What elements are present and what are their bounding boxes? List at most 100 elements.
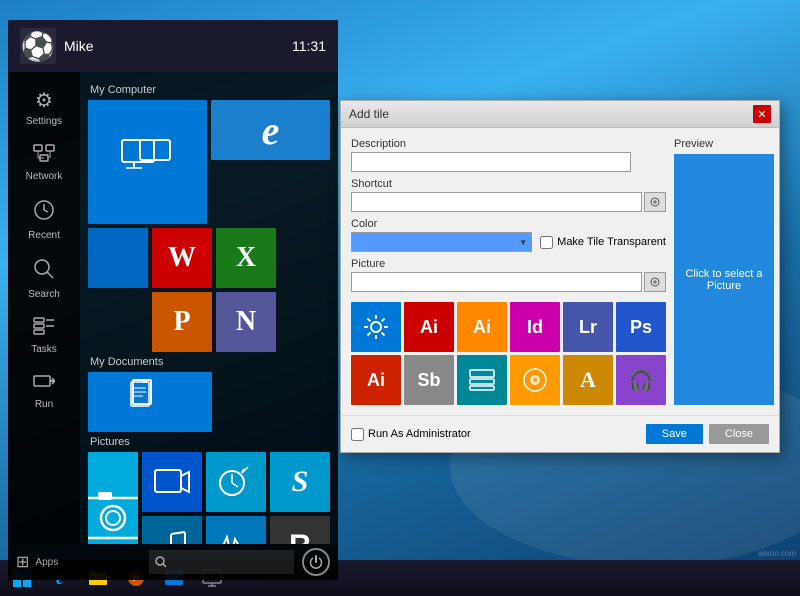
preview-box[interactable]: Click to select a Picture: [674, 154, 774, 405]
avatar[interactable]: ⚽: [20, 28, 56, 64]
avatar-icon: ⚽: [21, 30, 56, 63]
app-icon-photoshop[interactable]: Ps: [616, 302, 666, 352]
tile-documents[interactable]: [88, 372, 212, 432]
apps-label: Apps: [35, 557, 58, 568]
dialog-close-button[interactable]: ✕: [753, 105, 771, 123]
shortcut-field: Shortcut: [351, 178, 666, 212]
picture-browse-button[interactable]: [644, 272, 666, 292]
preview-section-label: Preview: [674, 138, 774, 150]
watermark: wixon.com: [758, 549, 796, 558]
dialog-body: Description Shortcut Color ▼: [341, 128, 779, 415]
app-icon-indesign[interactable]: Id: [510, 302, 560, 352]
dialog-footer: Run As Administrator Save Close: [341, 415, 779, 452]
start-menu: ⚽ Mike 11:31 ⚙ Settings: [8, 20, 338, 580]
tile-blank1[interactable]: [88, 228, 148, 288]
sidebar-item-search[interactable]: Search: [10, 252, 78, 306]
tile-internet-explorer[interactable]: e: [211, 100, 330, 160]
shortcut-browse-button[interactable]: [644, 192, 666, 212]
windows-icon: ⊞: [16, 552, 29, 572]
color-label: Color: [351, 218, 666, 230]
power-icon: [309, 555, 323, 569]
start-bottom: ⊞ Apps: [8, 544, 338, 580]
search-icon: [155, 556, 167, 568]
picture-label: Picture: [351, 258, 666, 270]
tile-pictures[interactable]: [88, 452, 138, 544]
transparent-checkbox-label[interactable]: Make Tile Transparent: [540, 236, 666, 249]
tiles-row: W X: [88, 228, 330, 288]
transparent-label: Make Tile Transparent: [557, 236, 666, 248]
sidebar-item-network[interactable]: Network: [10, 138, 78, 188]
user-name: Mike: [64, 38, 94, 54]
power-button[interactable]: [302, 548, 330, 576]
app-icon-font[interactable]: A: [563, 355, 613, 405]
picture-field: Picture: [351, 258, 666, 292]
dialog-title: Add tile: [349, 107, 389, 121]
app-icon-acrobat2[interactable]: Ai: [351, 355, 401, 405]
settings-icon: ⚙: [35, 88, 53, 113]
tile-heartbeat[interactable]: [206, 516, 266, 544]
run-as-admin-checkbox[interactable]: [351, 428, 364, 441]
app-icon-audition[interactable]: 🎧: [616, 355, 666, 405]
sidebar-item-label: Search: [28, 289, 60, 300]
run-as-admin-text: Run As Administrator: [368, 428, 471, 440]
color-dropdown[interactable]: ▼: [351, 232, 532, 252]
tiles-area: My Computer e: [80, 72, 338, 544]
sidebar-item-label: Run: [35, 399, 53, 410]
sidebar-item-label: Recent: [28, 230, 60, 241]
app-icons-grid: Ai Ai Id Lr Ps Ai: [351, 302, 666, 405]
tasks-icon: [33, 317, 55, 341]
start-sidebar: ⚙ Settings Network: [8, 72, 80, 544]
tile-music[interactable]: [142, 516, 202, 544]
sidebar-item-label: Settings: [26, 116, 62, 127]
sidebar-item-run[interactable]: Run: [10, 366, 78, 416]
app-icon-soundbooth[interactable]: Sb: [404, 355, 454, 405]
section-label-my-documents: My Documents: [90, 356, 330, 368]
app-icon-illustrator[interactable]: Ai: [457, 302, 507, 352]
sidebar-item-tasks[interactable]: Tasks: [10, 311, 78, 361]
sidebar-item-label: Tasks: [31, 344, 57, 355]
shortcut-label: Shortcut: [351, 178, 666, 190]
tiles-row: S R: [88, 452, 330, 544]
tile-skype[interactable]: S: [270, 452, 330, 512]
picture-input[interactable]: [351, 272, 642, 292]
tile-clock[interactable]: [206, 452, 266, 512]
start-content: ⚙ Settings Network: [8, 72, 338, 544]
section-label-pictures: Pictures: [90, 436, 330, 448]
close-button[interactable]: Close: [709, 424, 769, 444]
user-header: ⚽ Mike 11:31: [8, 20, 338, 72]
shortcut-input[interactable]: [351, 192, 642, 212]
tile-my-computer[interactable]: [88, 100, 207, 224]
network-icon: [33, 144, 55, 168]
run-icon: [33, 372, 55, 396]
app-icon-settings[interactable]: [351, 302, 401, 352]
picture-input-group: [351, 272, 666, 292]
tiles-row: [88, 372, 330, 432]
sidebar-item-settings[interactable]: ⚙ Settings: [10, 82, 78, 133]
sidebar-item-recent[interactable]: Recent: [10, 193, 78, 247]
app-icons-section: Ai Ai Id Lr Ps Ai: [351, 298, 666, 405]
tiles-row: e: [88, 100, 330, 224]
tile-r[interactable]: R: [270, 516, 330, 544]
tile-excel[interactable]: X: [216, 228, 276, 288]
tiles-row: P N: [88, 292, 330, 352]
footer-buttons: Save Close: [646, 424, 769, 444]
time-display: 11:31: [292, 38, 326, 54]
app-icon-lightroom[interactable]: Lr: [563, 302, 613, 352]
section-label-my-computer: My Computer: [90, 84, 330, 96]
tile-video[interactable]: [142, 452, 202, 512]
sidebar-item-label: Network: [26, 171, 63, 182]
app-icon-premiere[interactable]: [510, 355, 560, 405]
app-icon-acrobat[interactable]: Ai: [404, 302, 454, 352]
tile-word[interactable]: W: [152, 228, 212, 288]
description-field: Description: [351, 138, 666, 172]
shortcut-input-group: [351, 192, 666, 212]
color-field: Color ▼ Make Tile Transparent: [351, 218, 666, 252]
app-icon-fileflow[interactable]: [457, 355, 507, 405]
tile-onenote[interactable]: N: [216, 292, 276, 352]
run-as-admin-label[interactable]: Run As Administrator: [351, 428, 471, 441]
transparent-checkbox[interactable]: [540, 236, 553, 249]
description-input[interactable]: [351, 152, 631, 172]
save-button[interactable]: Save: [646, 424, 703, 444]
tile-powerpoint[interactable]: P: [152, 292, 212, 352]
dialog-left-panel: Description Shortcut Color ▼: [351, 138, 666, 405]
